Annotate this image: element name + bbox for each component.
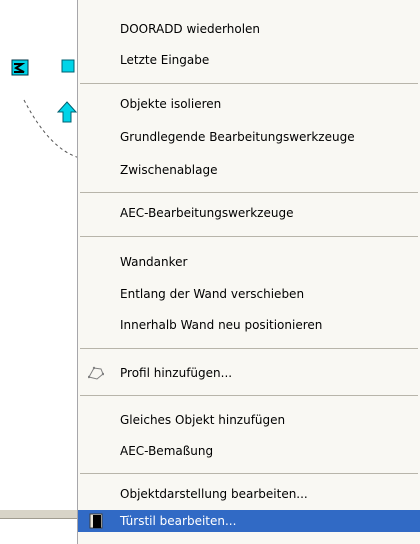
- menu-item-label: Innerhalb Wand neu positionieren: [120, 318, 323, 332]
- menu-item-label: Objekte isolieren: [120, 97, 222, 111]
- menu-item-label: Profil hinzufügen...: [120, 366, 233, 380]
- menu-item-aec-modify-tools[interactable]: AEC-Bearbeitungswerkzeuge: [78, 202, 420, 224]
- menu-item-label: Gleiches Objekt hinzufügen: [120, 413, 286, 427]
- menu-item-basic-modify-tools[interactable]: Grundlegende Bearbeitungswerkzeuge: [78, 126, 420, 148]
- menu-item-label: DOORADD wiederholen: [120, 22, 261, 36]
- menu-item-label: Entlang der Wand verschieben: [120, 287, 305, 301]
- menu-item-move-along-wall[interactable]: Entlang der Wand verschieben: [78, 283, 420, 305]
- menu-item-add-selected-object[interactable]: Gleiches Objekt hinzufügen: [78, 409, 420, 431]
- square-grip-icon[interactable]: [61, 59, 75, 73]
- door-style-icon: [89, 513, 103, 529]
- menu-item-dooradd-repeat[interactable]: DOORADD wiederholen: [78, 18, 420, 40]
- status-bar-strip: [0, 509, 80, 519]
- menu-separator: [80, 473, 418, 474]
- menu-item-label: Objektdarstellung bearbeiten...: [120, 487, 308, 501]
- menu-item-label: Letzte Eingabe: [120, 53, 210, 67]
- menu-item-reposition-within-wall[interactable]: Innerhalb Wand neu positionieren: [78, 314, 420, 336]
- menu-item-label: AEC-Bemaßung: [120, 444, 214, 458]
- menu-item-add-profile[interactable]: Profil hinzufügen...: [78, 362, 420, 384]
- menu-item-wall-anchor[interactable]: Wandanker: [78, 251, 420, 273]
- menu-item-last-input[interactable]: Letzte Eingabe: [78, 49, 420, 71]
- drawing-canvas[interactable]: [0, 0, 80, 544]
- menu-item-clipboard[interactable]: Zwischenablage: [78, 159, 420, 181]
- profile-polygon-icon: [88, 366, 104, 380]
- menu-item-isolate-objects[interactable]: Objekte isolieren: [78, 93, 420, 115]
- menu-separator: [80, 348, 418, 349]
- menu-item-label: Zwischenablage: [120, 163, 218, 177]
- menu-item-aec-dimension[interactable]: AEC-Bemaßung: [78, 440, 420, 462]
- context-menu: DOORADD wiederholen Letzte Eingabe Objek…: [77, 0, 420, 544]
- arrow-up-grip-icon[interactable]: [56, 101, 78, 123]
- menu-separator: [80, 83, 418, 84]
- menu-separator: [80, 236, 418, 237]
- menu-item-label: Wandanker: [120, 255, 188, 269]
- menu-item-edit-object-display[interactable]: Objektdarstellung bearbeiten...: [78, 483, 420, 505]
- menu-separator: [80, 192, 418, 193]
- menu-separator: [80, 395, 418, 396]
- menu-item-label: AEC-Bearbeitungswerkzeuge: [120, 206, 294, 220]
- menu-item-edit-door-style[interactable]: Türstil bearbeiten...: [78, 510, 420, 532]
- menu-item-label: Türstil bearbeiten...: [120, 514, 237, 528]
- flip-grip-icon[interactable]: [11, 59, 29, 76]
- menu-item-label: Grundlegende Bearbeitungswerkzeuge: [120, 130, 355, 144]
